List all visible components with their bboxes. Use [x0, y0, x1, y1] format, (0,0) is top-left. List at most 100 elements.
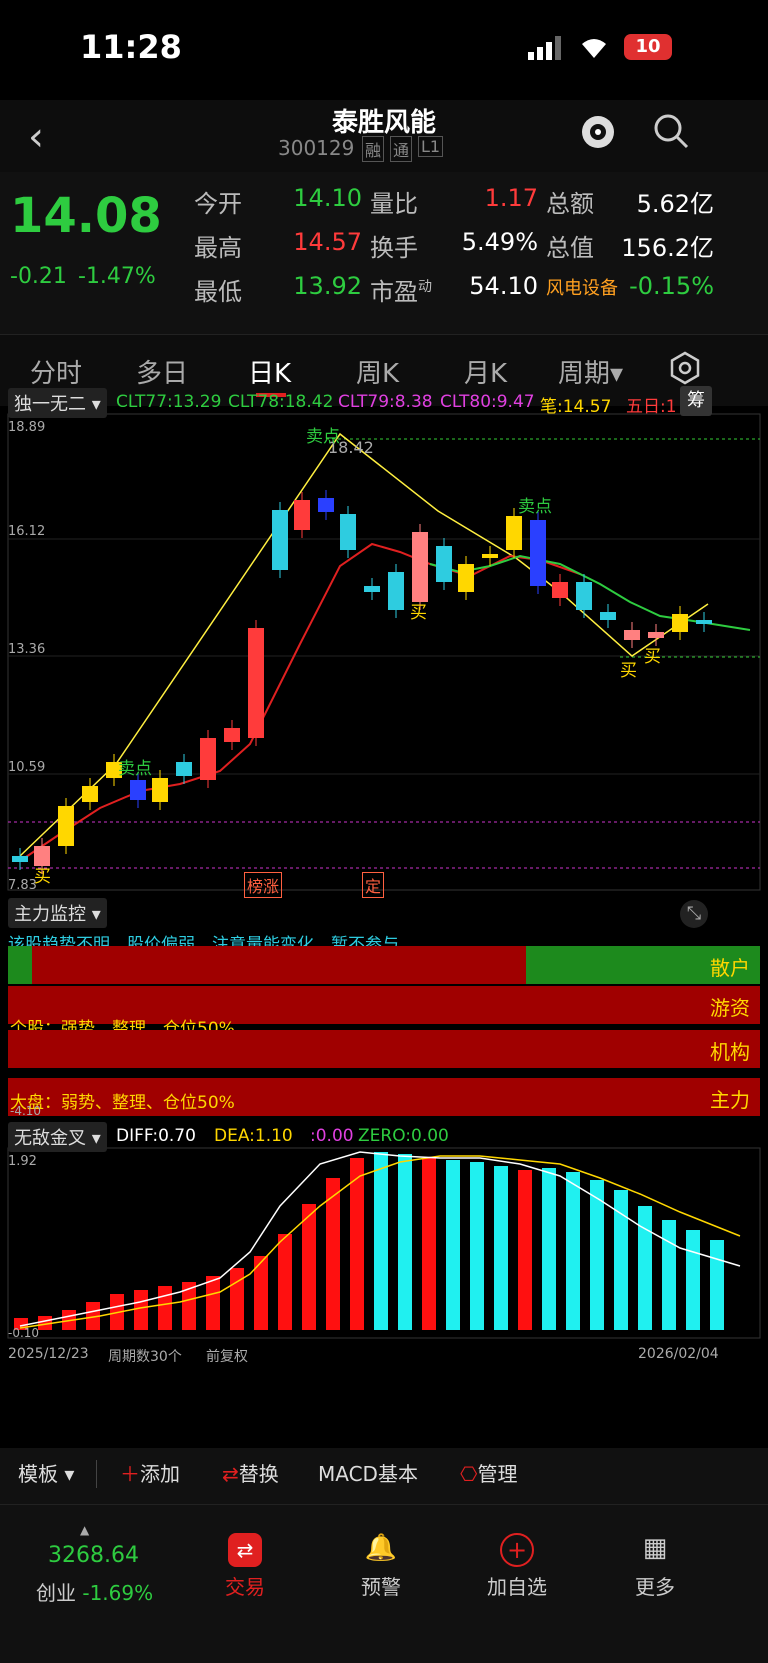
badge-l1: L1 — [418, 136, 444, 157]
tab-zhouk[interactable]: 周K — [356, 353, 399, 390]
period-count: 周期数30个 — [108, 1349, 182, 1365]
y-label-1: 18.89 — [8, 420, 46, 435]
manage-button[interactable]: ⎔管理 — [460, 1458, 517, 1487]
status-time: 11:28 — [80, 28, 182, 66]
badge-tong: 通 — [390, 136, 413, 162]
swap-icon: ⇄ — [222, 1462, 239, 1486]
buy-label-2: 买 — [410, 603, 427, 623]
macd-bar — [398, 1154, 412, 1330]
replace-button[interactable]: ⇄替换 — [222, 1458, 279, 1487]
settings-icon[interactable] — [668, 351, 702, 389]
row-sanhu: 散户 — [8, 946, 760, 984]
trade-icon: ⇄ — [228, 1533, 262, 1567]
macd-bar — [158, 1286, 172, 1330]
expand-icon[interactable]: ⤡ — [680, 900, 708, 928]
pe-label: 市盈动 — [370, 278, 432, 306]
tab-yuek[interactable]: 月K — [464, 353, 507, 390]
badge-rong: 融 — [362, 136, 385, 162]
turnover-value: 5.49% — [461, 228, 538, 256]
up-icon: ▲ — [80, 1523, 90, 1537]
macd-bar — [134, 1290, 148, 1330]
macd-bar — [566, 1172, 580, 1330]
sell-label-1: 卖点 — [306, 427, 340, 447]
low-label: 最低 — [194, 278, 242, 306]
alert-tab[interactable]: 🔔 预警 — [316, 1533, 446, 1600]
kline-svg[interactable] — [0, 406, 768, 1448]
add-fav-icon: + — [500, 1533, 534, 1567]
date-start: 2025/12/23 — [8, 1346, 89, 1362]
index-value[interactable]: 3268.64 — [48, 1543, 139, 1568]
status-bar: 11:28 10 — [0, 0, 768, 100]
monitor-min: -4.10 — [10, 1104, 42, 1118]
battery-icon: 10 — [624, 34, 672, 60]
macd-bar — [206, 1276, 220, 1330]
nav-bar: ‹ 泰胜风能 300129 融 通 L1 — [0, 100, 768, 172]
chou-button[interactable]: 筹 — [680, 386, 712, 416]
market-status: 大盘：弱势、整理、仓位50% — [10, 1093, 235, 1113]
trade-tab[interactable]: ⇄ 交易 — [180, 1533, 310, 1600]
clt77: CLT77:13.29 — [116, 392, 222, 412]
high-value: 14.57 — [293, 228, 362, 256]
turnover-label: 换手 — [370, 234, 418, 262]
more-tab[interactable]: ▦ 更多 — [590, 1533, 720, 1600]
macd-select[interactable]: 无敌金叉 ▾ — [8, 1122, 107, 1152]
tab-rik[interactable]: 日K — [248, 353, 291, 390]
bi-value: 笔:14.57 — [540, 397, 612, 417]
macd-basic-button[interactable]: MACD基本 — [318, 1458, 418, 1487]
dea-value: DEA:1.10 — [214, 1126, 293, 1146]
monitor-select[interactable]: 主力监控 ▾ — [8, 898, 107, 928]
sell-label-3: 卖点 — [118, 759, 152, 779]
low-value: 13.92 — [293, 272, 362, 300]
macd-bar — [230, 1268, 244, 1330]
clt80: CLT80:9.47 — [440, 392, 535, 412]
amount-value: 5.62亿 — [636, 190, 714, 218]
open-label: 今开 — [194, 190, 242, 218]
clt79: CLT79:8.38 — [338, 392, 433, 412]
adjust-mode: 前复权 — [206, 1349, 248, 1365]
macd-bar — [542, 1168, 556, 1330]
macd-bar — [374, 1152, 388, 1330]
search-icon[interactable] — [652, 112, 690, 154]
robot-icon[interactable] — [578, 110, 618, 154]
plus-icon: ＋ — [120, 1462, 140, 1486]
y-label-5: 7.83 — [8, 878, 37, 893]
price-change: -0.21 — [10, 264, 67, 289]
mcap-label: 总值 — [546, 234, 594, 262]
macd-bar — [278, 1234, 292, 1330]
index-name[interactable]: 创业 -1.69% — [36, 1577, 153, 1606]
row-jigou: 机构 — [8, 1030, 760, 1068]
high-label: 最高 — [194, 234, 242, 262]
macd-bar — [422, 1158, 436, 1330]
macd-bar — [590, 1180, 604, 1330]
tab-fenshi[interactable]: 分时 — [30, 353, 82, 390]
tab-duori[interactable]: 多日 — [136, 353, 188, 390]
indicator-select[interactable]: 独一无二 ▾ — [8, 388, 107, 418]
price-change-pct: -1.47% — [78, 264, 156, 289]
y-label-2: 16.12 — [8, 524, 46, 539]
bang-tag: 榜涨 — [244, 872, 283, 898]
sector-label[interactable]: 风电设备 — [546, 274, 618, 300]
pe-value: 54.10 — [469, 272, 538, 300]
indicator-toolbar: 模板 ▾ ＋添加 ⇄替换 MACD基本 ⎔管理 — [0, 1448, 768, 1504]
macd-y2: -0.10 — [8, 1326, 40, 1340]
diff-value: DIFF:0.70 — [116, 1126, 196, 1146]
open-value: 14.10 — [293, 184, 362, 212]
chart-area — [0, 394, 768, 1448]
zero-value: ZERO:0.00 — [358, 1126, 449, 1146]
macd-bar — [302, 1204, 316, 1330]
date-end: 2026/02/04 — [638, 1346, 719, 1362]
mcap-value: 156.2亿 — [621, 234, 714, 262]
amount-label: 总额 — [546, 190, 594, 218]
bottom-nav: ▲ 3268.64 创业 -1.69% ⇄ 交易 🔔 预警 + 加自选 ▦ 更多 — [0, 1504, 768, 1663]
fav-tab[interactable]: + 加自选 — [452, 1533, 582, 1600]
template-button[interactable]: 模板 ▾ — [18, 1458, 74, 1487]
macd-bar — [470, 1162, 484, 1330]
tab-zhouqi[interactable]: 周期▾ — [558, 353, 623, 390]
add-button[interactable]: ＋添加 — [120, 1458, 180, 1487]
macd-bar — [446, 1160, 460, 1330]
signal-icon — [528, 36, 562, 64]
macd-bar — [494, 1166, 508, 1330]
sector-value: -0.15% — [629, 272, 714, 300]
macd-y1: 1.92 — [8, 1154, 37, 1169]
buy-label-3: 买 — [620, 661, 637, 681]
